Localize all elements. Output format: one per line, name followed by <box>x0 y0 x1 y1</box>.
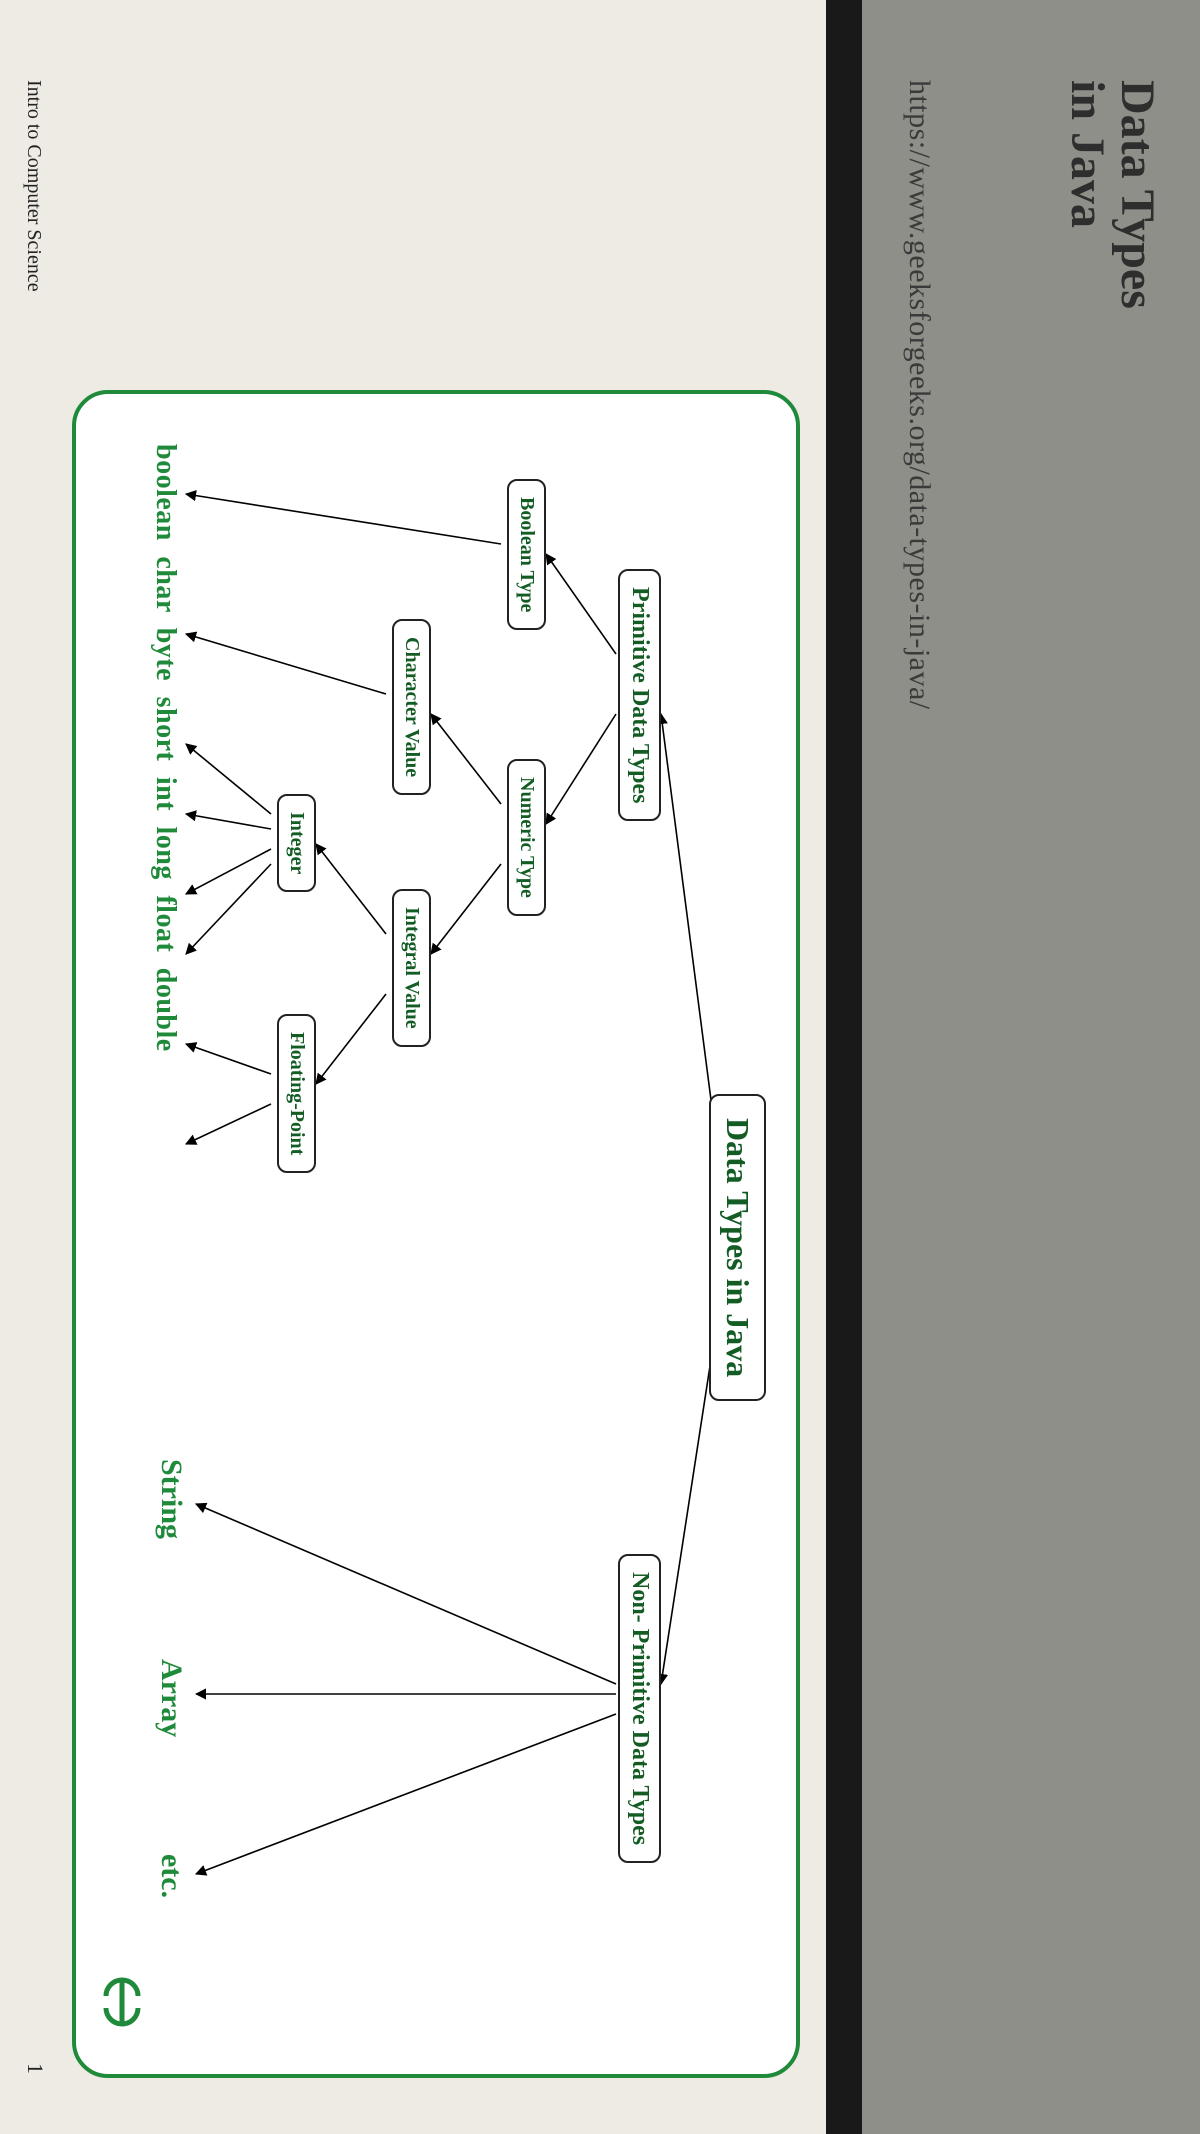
page-number: 1 <box>22 2063 48 2074</box>
leaf-primitive-row: boolean char byte short int long float d… <box>149 444 181 1052</box>
slide-title: Data Types in Java <box>1061 80 1162 309</box>
node-nonprimitive: Non- Primitive Data Types <box>618 1554 661 1863</box>
title-line-1: Data Types <box>1111 80 1164 309</box>
source-url: https://www.geeksforgeeks.org/data-types… <box>902 80 936 710</box>
node-character-value: Character Value <box>392 619 431 795</box>
footer-course: Intro to Computer Science <box>22 80 45 292</box>
node-primitive: Primitive Data Types <box>618 569 661 821</box>
leaf-etc: etc. <box>154 1854 188 1898</box>
title-line-2: in Java <box>1061 80 1114 228</box>
node-root: Data Types in Java <box>709 1094 766 1401</box>
header-bar: Data Types in Java https://www.geeksforg… <box>862 0 1200 2134</box>
leaf-string: String <box>154 1459 188 1539</box>
divider-bar <box>826 0 862 2134</box>
diagram-panel: Data Types in Java Primitive Data Types … <box>72 390 800 2078</box>
node-boolean-type: Boolean Type <box>507 479 546 630</box>
slide-page: Data Types in Java https://www.geeksforg… <box>0 0 1200 2134</box>
node-floating-point: Floating-Point <box>277 1014 316 1173</box>
leaf-array: Array <box>154 1659 188 1737</box>
node-numeric-type: Numeric Type <box>507 759 546 916</box>
connector-svg <box>76 394 796 2074</box>
gfg-logo-icon <box>96 1964 148 2040</box>
node-integer: Integer <box>277 794 316 892</box>
node-integral-value: Integral Value <box>392 889 431 1047</box>
